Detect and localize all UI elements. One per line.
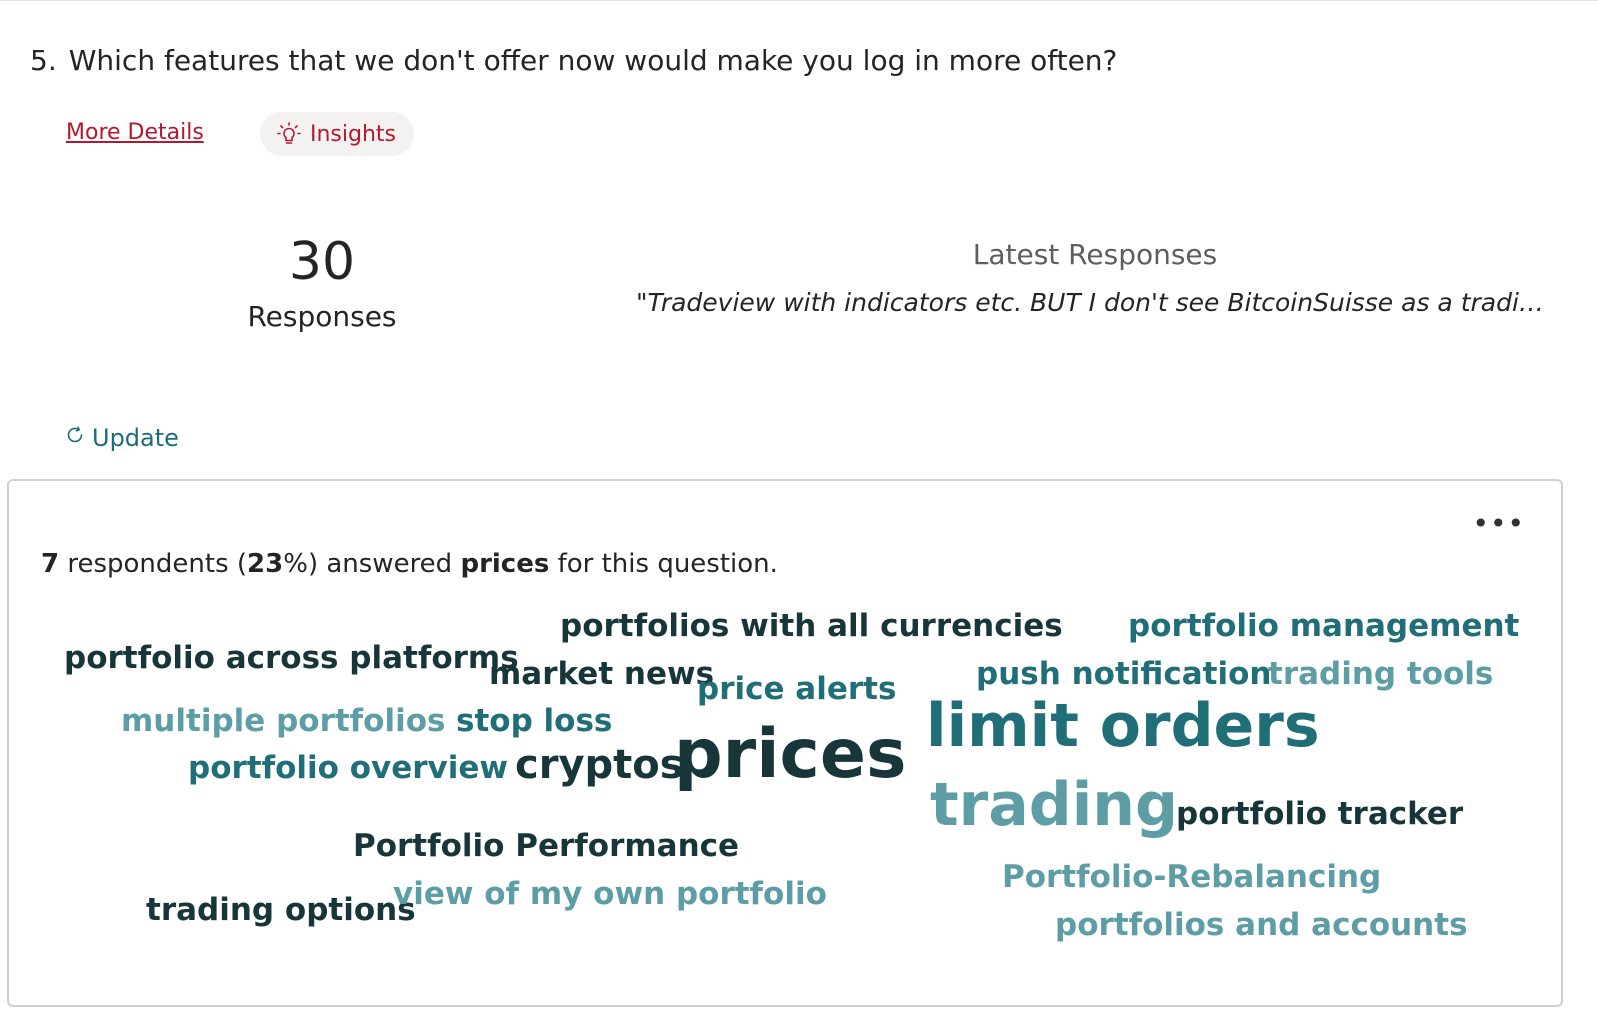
more-details-link[interactable]: More Details <box>66 120 204 145</box>
refresh-icon <box>64 424 86 452</box>
question-title: 5. Which features that we don't offer now… <box>30 44 1117 77</box>
summary-text-part: for this question. <box>549 549 778 579</box>
top-divider <box>0 0 1598 1</box>
latest-responses-title: Latest Responses <box>972 238 1218 271</box>
update-button[interactable]: Update <box>64 424 179 452</box>
question-page: 5. Which features that we don't offer now… <box>0 0 1598 1034</box>
cloud-word[interactable]: push notification <box>976 659 1271 690</box>
insights-button[interactable]: Insights <box>260 112 415 156</box>
cloud-word[interactable]: portfolio management <box>1128 611 1519 642</box>
summary-percent: 23 <box>247 549 284 579</box>
question-number: 5. <box>30 44 57 77</box>
cloud-word[interactable]: portfolios and accounts <box>1055 910 1468 941</box>
more-options-icon[interactable]: ••• <box>1472 510 1525 538</box>
cloud-word[interactable]: market news <box>489 659 714 690</box>
summary-text: 7 respondents (23%) answered prices for … <box>41 549 778 579</box>
cloud-word[interactable]: multiple portfolios <box>121 706 445 737</box>
cloud-word[interactable]: trading <box>930 775 1178 835</box>
update-label: Update <box>92 424 179 452</box>
cloud-word[interactable]: portfolio across platforms <box>64 643 519 674</box>
cloud-word[interactable]: portfolio overview <box>188 753 508 784</box>
summary-text-part: %) answered <box>283 549 461 579</box>
cloud-word[interactable]: Portfolio-Rebalancing <box>1002 862 1381 893</box>
cloud-word[interactable]: view of my own portfolio <box>393 879 827 910</box>
response-label: Responses <box>247 300 397 333</box>
cloud-word[interactable]: price alerts <box>697 674 896 705</box>
question-text: Which features that we don't offer now w… <box>68 44 1118 77</box>
cloud-word[interactable]: trading options <box>146 895 416 926</box>
cloud-word[interactable]: Portfolio Performance <box>353 831 739 862</box>
cloud-word[interactable]: prices <box>674 721 906 789</box>
cloud-word[interactable]: portfolios with all currencies <box>560 611 1063 642</box>
cloud-word[interactable]: limit orders <box>926 696 1320 756</box>
summary-text-part: respondents ( <box>59 549 248 579</box>
cloud-word[interactable]: stop loss <box>456 706 612 737</box>
cloud-word[interactable]: trading tools <box>1268 659 1493 690</box>
cloud-word[interactable]: portfolio tracker <box>1176 799 1463 830</box>
cloud-word[interactable]: cryptos <box>515 745 684 785</box>
summary-keyword: prices <box>460 549 550 579</box>
response-count: 30 <box>288 232 356 292</box>
word-cloud-card: ••• 7 respondents (23%) answered prices … <box>7 479 1563 1007</box>
lightbulb-icon <box>276 121 302 147</box>
summary-count: 7 <box>41 549 60 579</box>
insights-label: Insights <box>310 121 397 147</box>
latest-response-quote[interactable]: "Tradeview with indicators etc. BUT I do… <box>636 288 1554 317</box>
